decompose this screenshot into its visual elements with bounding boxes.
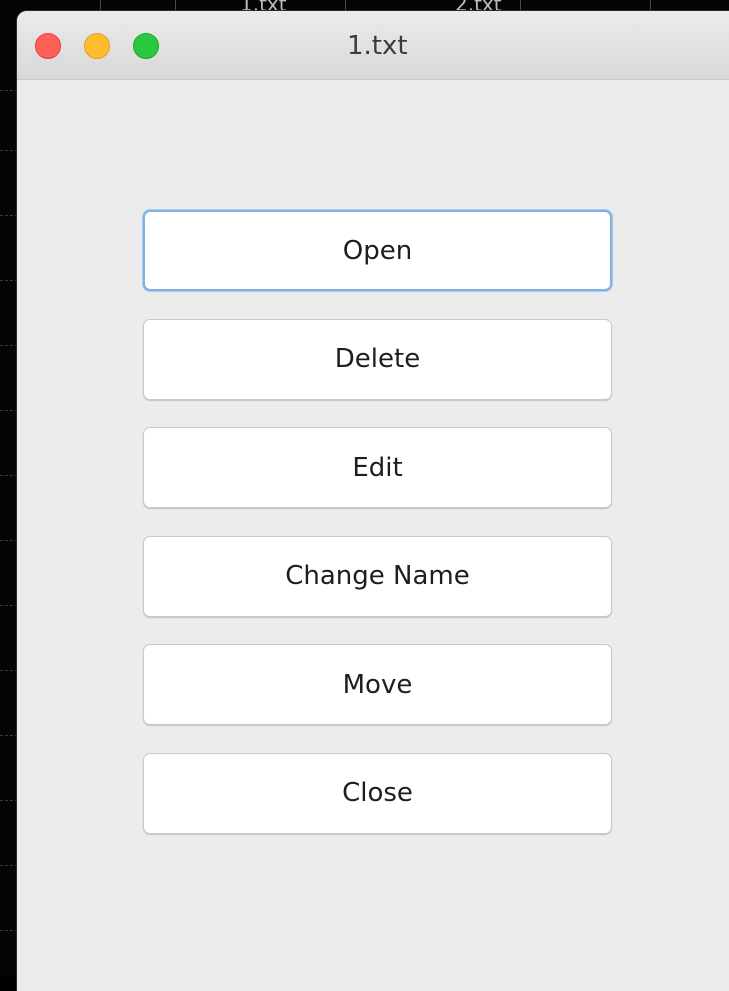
maximize-window-icon[interactable] [133,33,159,59]
title-bar[interactable]: 1.txt [17,11,729,80]
close-window-icon[interactable] [35,33,61,59]
file-actions-window: 1.txt Open Delete Edit Change Name Move … [17,11,729,991]
close-button[interactable]: Close [143,752,612,834]
delete-button[interactable]: Delete [143,318,612,400]
open-button[interactable]: Open [143,210,612,291]
change-name-button[interactable]: Change Name [143,535,612,617]
minimize-window-icon[interactable] [84,33,110,59]
window-title: 1.txt [347,31,408,61]
move-button[interactable]: Move [143,644,612,725]
edit-button[interactable]: Edit [143,427,612,508]
action-button-list: Open Delete Edit Change Name Move Close [143,210,612,861]
